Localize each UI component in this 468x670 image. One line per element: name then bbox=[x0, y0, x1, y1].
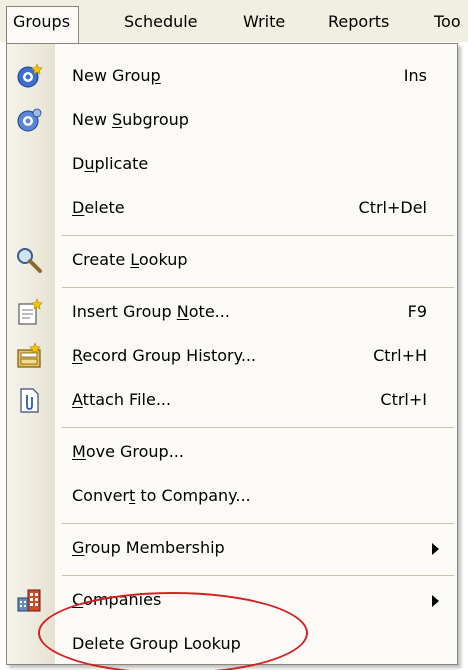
menu-item-label: Create Lookup bbox=[72, 250, 188, 269]
menu-separator bbox=[62, 427, 454, 428]
menu-separator bbox=[62, 523, 454, 524]
menu-item-shortcut: F9 bbox=[407, 302, 427, 321]
menu-item-label: New Group bbox=[72, 66, 161, 85]
menu-item-label: Group Membership bbox=[72, 538, 225, 557]
menu-write[interactable]: Write bbox=[243, 10, 285, 34]
menu-item-label: Convert to Company... bbox=[72, 486, 251, 505]
new-subgroup-icon bbox=[15, 106, 43, 134]
menu-separator bbox=[62, 575, 454, 576]
menu-schedule[interactable]: Schedule bbox=[124, 10, 198, 34]
menu-item-label: Move Group... bbox=[72, 442, 184, 461]
menu-item-label: Duplicate bbox=[72, 154, 149, 173]
groups-dropdown-menu: New Group Ins New Subgroup Duplicate Del… bbox=[6, 43, 458, 665]
annotation-ellipse bbox=[38, 592, 308, 670]
menu-separator bbox=[62, 287, 454, 288]
menu-item-delete[interactable]: Delete Ctrl+Del bbox=[7, 186, 457, 230]
menu-schedule-label: Schedule bbox=[124, 12, 198, 31]
menu-groups-label: Groups bbox=[13, 12, 71, 31]
companies-icon bbox=[15, 586, 43, 614]
menu-tools-label: Too bbox=[434, 12, 461, 31]
menu-item-attach-file[interactable]: Attach File... Ctrl+I bbox=[7, 378, 457, 422]
menu-item-group-membership[interactable]: Group Membership bbox=[7, 526, 457, 570]
menu-item-convert-to-company[interactable]: Convert to Company... bbox=[7, 474, 457, 518]
menu-item-label: Insert Group Note... bbox=[72, 302, 230, 321]
menu-item-create-lookup[interactable]: Create Lookup bbox=[7, 238, 457, 282]
menu-separator bbox=[62, 235, 454, 236]
menu-item-duplicate[interactable]: Duplicate bbox=[7, 142, 457, 186]
menu-item-record-group-history[interactable]: Record Group History... Ctrl+H bbox=[7, 334, 457, 378]
new-group-icon bbox=[15, 62, 43, 90]
menu-item-move-group[interactable]: Move Group... bbox=[7, 430, 457, 474]
menu-item-label: New Subgroup bbox=[72, 110, 189, 129]
menu-item-shortcut: Ctrl+Del bbox=[358, 198, 427, 217]
menu-item-new-group[interactable]: New Group Ins bbox=[7, 54, 457, 98]
submenu-arrow-icon bbox=[432, 595, 439, 607]
menu-reports[interactable]: Reports bbox=[328, 10, 389, 34]
menu-item-new-subgroup[interactable]: New Subgroup bbox=[7, 98, 457, 142]
menu-groups[interactable]: Groups bbox=[6, 6, 80, 44]
history-icon bbox=[15, 342, 43, 370]
menu-reports-label: Reports bbox=[328, 12, 390, 31]
menu-item-shortcut: Ins bbox=[403, 66, 427, 85]
menu-item-label: Attach File... bbox=[72, 390, 172, 409]
menu-item-label: Record Group History... bbox=[72, 346, 257, 365]
menu-item-shortcut: Ctrl+H bbox=[373, 346, 427, 365]
note-icon bbox=[15, 298, 43, 326]
menu-write-label: Write bbox=[243, 12, 286, 31]
menu-tools[interactable]: Too bbox=[434, 10, 461, 34]
menu-bar: Groups Schedule Write Reports Too bbox=[0, 0, 468, 44]
menu-item-insert-group-note[interactable]: Insert Group Note... F9 bbox=[7, 290, 457, 334]
menu-item-shortcut: Ctrl+I bbox=[380, 390, 427, 409]
attach-file-icon bbox=[15, 386, 43, 414]
menu-item-label: Delete bbox=[72, 198, 125, 217]
submenu-arrow-icon bbox=[432, 543, 439, 555]
magnifier-icon bbox=[15, 246, 43, 274]
